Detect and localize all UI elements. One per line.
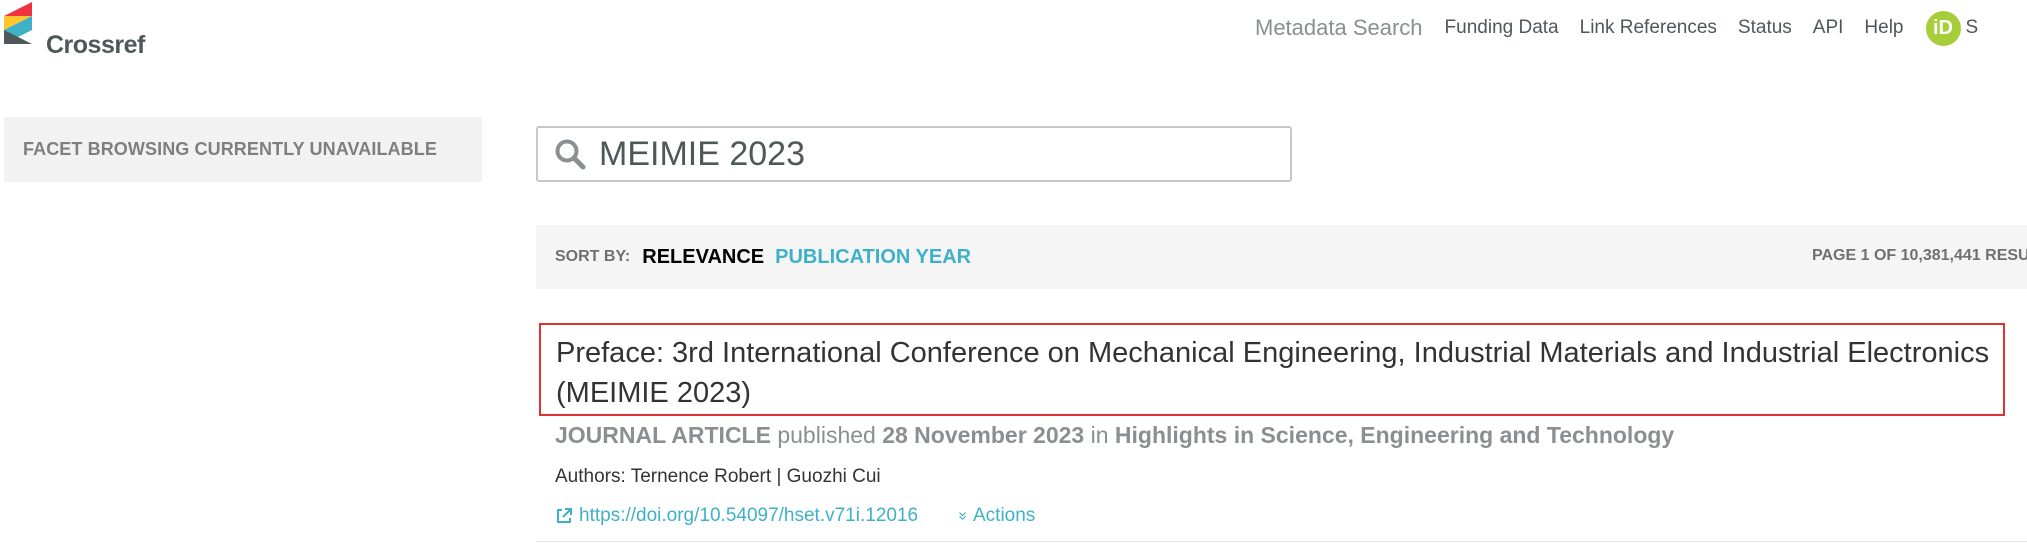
- facet-panel: FACET BROWSING CURRENTLY UNAVAILABLE: [4, 117, 482, 182]
- result-journal: Highlights in Science, Engineering and T…: [1114, 422, 1675, 448]
- search-input[interactable]: [599, 134, 1259, 174]
- external-link-icon: [557, 508, 572, 523]
- logo-text: Crossref: [46, 31, 145, 59]
- orcid-signin[interactable]: iD S: [1925, 10, 1979, 46]
- crossref-logo-icon: [4, 2, 32, 44]
- crossref-logo[interactable]: [4, 2, 40, 54]
- result-date: 28 November 2023: [882, 422, 1085, 448]
- nav-funding-data[interactable]: Funding Data: [1445, 13, 1559, 43]
- chevron-double-down-icon: »: [954, 511, 972, 521]
- result-authors: Authors: Ternence Robert | Guozhi Cui: [555, 466, 881, 487]
- nav-api[interactable]: API: [1813, 13, 1844, 43]
- doi-text: https://doi.org/10.54097/hset.v71i.12016: [579, 505, 919, 526]
- sort-relevance[interactable]: RELEVANCE: [642, 246, 764, 269]
- published-word: published: [777, 422, 876, 448]
- doi-link[interactable]: https://doi.org/10.54097/hset.v71i.12016: [555, 505, 918, 527]
- sort-label: SORT BY:: [555, 248, 631, 265]
- result-title[interactable]: Preface: 3rd International Conference on…: [539, 323, 2005, 416]
- search-icon: [553, 137, 587, 171]
- top-navigation: Metadata Search Funding Data Link Refere…: [1255, 10, 2027, 46]
- search-box[interactable]: [536, 126, 1292, 182]
- in-word: in: [1090, 422, 1109, 448]
- nav-metadata-search[interactable]: Metadata Search: [1255, 13, 1423, 43]
- result-links: https://doi.org/10.54097/hset.v71i.12016…: [555, 505, 1035, 527]
- sort-bar: SORT BY: RELEVANCE PUBLICATION YEAR PAGE…: [536, 225, 2027, 289]
- actions-button[interactable]: » Actions: [955, 505, 1036, 527]
- nav-status[interactable]: Status: [1738, 13, 1792, 43]
- orcid-label: S: [1965, 17, 1979, 38]
- orcid-icon: iD: [1925, 10, 1961, 46]
- result-divider: [536, 541, 2027, 542]
- nav-help[interactable]: Help: [1864, 13, 1903, 43]
- result-meta: JOURNAL ARTICLE published 28 November 20…: [555, 422, 1674, 449]
- nav-link-references[interactable]: Link References: [1580, 13, 1717, 43]
- sort-publication-year[interactable]: PUBLICATION YEAR: [775, 246, 971, 269]
- facet-message: FACET BROWSING CURRENTLY UNAVAILABLE: [23, 139, 437, 159]
- page-info: PAGE 1 OF 10,381,441 RESU: [1812, 247, 2027, 264]
- actions-label: Actions: [973, 505, 1036, 526]
- result-type: JOURNAL ARTICLE: [555, 422, 771, 448]
